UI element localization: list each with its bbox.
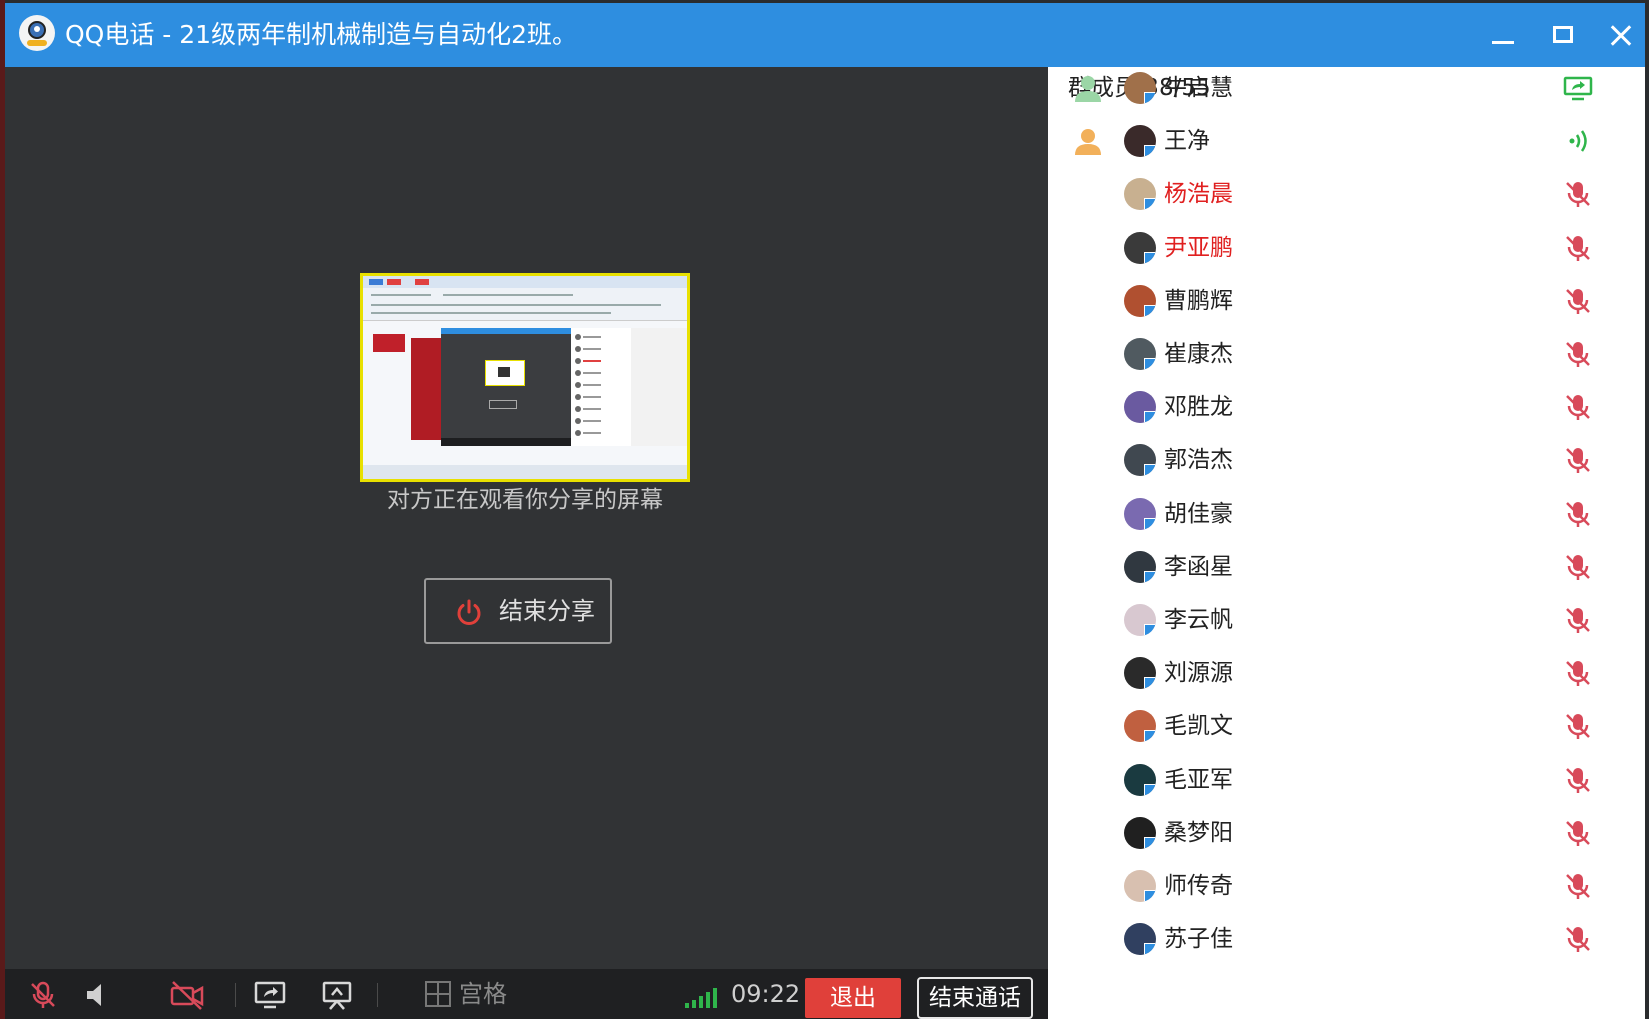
member-name: 毛亚军: [1164, 767, 1233, 793]
host-icon: [1075, 76, 1101, 102]
mic-muted-icon: [1566, 555, 1590, 580]
mic-muted-icon: [1566, 608, 1590, 633]
member-avatar: [1124, 923, 1156, 955]
close-icon[interactable]: [1603, 17, 1639, 53]
member-name: 桑梦阳: [1164, 820, 1233, 846]
member-name: 李云帆: [1164, 607, 1233, 633]
call-timer: 09:22: [731, 980, 801, 1008]
qq-call-window: QQ电话 - 21级两年制机械制造与自动化2班。 对方正在观看你分享的屏幕 结束…: [5, 3, 1645, 1019]
mic-muted-icon: [1566, 448, 1590, 473]
window-title: QQ电话 - 21级两年制机械制造与自动化2班。: [65, 20, 577, 49]
member-avatar: [1124, 551, 1156, 583]
member-name: 胡佳豪: [1164, 501, 1233, 527]
member-name: 杨浩晨: [1164, 181, 1233, 207]
mic-muted-icon: [1566, 395, 1590, 420]
member-name: 师传奇: [1164, 873, 1233, 899]
member-row[interactable]: 毛凯文: [1048, 698, 1645, 754]
member-avatar: [1124, 285, 1156, 317]
member-name: 崔康杰: [1164, 341, 1233, 367]
member-row[interactable]: 杨浩晨: [1048, 166, 1645, 222]
member-row[interactable]: 胡佳豪: [1048, 486, 1645, 542]
mic-muted-icon: [1566, 714, 1590, 739]
maximize-icon[interactable]: [1545, 17, 1581, 53]
member-row[interactable]: 师传奇: [1048, 858, 1645, 914]
mic-muted-icon: [1566, 502, 1590, 527]
member-row[interactable]: 王净: [1048, 113, 1645, 169]
screen-share-preview: [360, 273, 690, 482]
member-avatar: [1124, 657, 1156, 689]
signal-strength-icon: [685, 986, 725, 1008]
member-avatar: [1124, 498, 1156, 530]
member-avatar: [1124, 817, 1156, 849]
member-name: 毛凯文: [1164, 713, 1233, 739]
member-avatar: [1124, 710, 1156, 742]
call-toolbar: 宫格 09:22 退出 结束通话: [5, 969, 1048, 1019]
mic-muted-icon: [1566, 342, 1590, 367]
member-row[interactable]: 李云帆: [1048, 592, 1645, 648]
qq-call-logo-icon: [19, 15, 55, 51]
speaking-icon: [1569, 130, 1587, 152]
title-bar[interactable]: QQ电话 - 21级两年制机械制造与自动化2班。: [5, 3, 1645, 67]
mic-muted-icon: [1566, 768, 1590, 793]
member-name: 郭浩杰: [1164, 447, 1233, 473]
member-avatar: [1124, 870, 1156, 902]
speaker-icon[interactable]: [83, 981, 111, 1009]
mic-muted-icon: [1566, 236, 1590, 261]
member-avatar: [1124, 178, 1156, 210]
call-main-area: 对方正在观看你分享的屏幕 结束分享 宫格 09:22 退出 结束通话: [5, 67, 1048, 1019]
member-name: 刘源源: [1164, 660, 1233, 686]
presentation-icon[interactable]: [321, 979, 353, 1011]
mic-muted-icon[interactable]: [27, 979, 59, 1011]
member-row[interactable]: 毛亚军: [1048, 752, 1645, 808]
member-avatar: [1124, 764, 1156, 796]
member-name: 牛启慧: [1164, 75, 1233, 101]
member-name: 尹亚鹏: [1164, 235, 1233, 261]
camera-off-icon[interactable]: [169, 979, 205, 1011]
member-panel: 群成员 38/55 牛启慧 王净 杨浩晨 尹亚鹏 曹鹏辉 崔康杰 邓胜龙 郭浩杰…: [1048, 67, 1645, 1019]
grid-view-icon[interactable]: [425, 981, 451, 1007]
member-row[interactable]: 崔康杰: [1048, 326, 1645, 382]
member-avatar: [1124, 338, 1156, 370]
member-row[interactable]: 桑梦阳: [1048, 805, 1645, 861]
mic-muted-icon: [1566, 821, 1590, 846]
toolbar-divider: [235, 983, 236, 1007]
member-row[interactable]: 郭浩杰: [1048, 432, 1645, 488]
grid-view-label[interactable]: 宫格: [459, 977, 507, 1011]
screen-share-icon[interactable]: [253, 979, 287, 1011]
end-call-button[interactable]: 结束通话: [917, 977, 1033, 1019]
member-row[interactable]: 刘源源: [1048, 645, 1645, 701]
mic-muted-icon: [1566, 289, 1590, 314]
member-row[interactable]: 李函星: [1048, 539, 1645, 595]
end-share-button[interactable]: 结束分享: [424, 578, 612, 644]
host-icon: [1075, 129, 1101, 155]
member-avatar: [1124, 232, 1156, 264]
member-row[interactable]: 邓胜龙: [1048, 379, 1645, 435]
share-status-caption: 对方正在观看你分享的屏幕: [387, 487, 663, 513]
member-name: 李函星: [1164, 554, 1233, 580]
member-avatar: [1124, 72, 1156, 104]
mic-muted-icon: [1566, 874, 1590, 899]
toolbar-divider: [377, 983, 378, 1007]
member-avatar: [1124, 391, 1156, 423]
exit-button[interactable]: 退出: [805, 978, 901, 1018]
member-row[interactable]: 曹鹏辉: [1048, 273, 1645, 329]
member-row[interactable]: 尹亚鹏: [1048, 220, 1645, 276]
end-share-label: 结束分享: [499, 597, 595, 625]
screen-share-icon: [1563, 76, 1593, 101]
member-name: 邓胜龙: [1164, 394, 1233, 420]
member-name: 苏子佳: [1164, 926, 1233, 952]
member-row[interactable]: 牛启慧: [1048, 67, 1645, 116]
member-row[interactable]: 苏子佳: [1048, 911, 1645, 967]
member-avatar: [1124, 604, 1156, 636]
member-avatar: [1124, 125, 1156, 157]
mic-muted-icon: [1566, 927, 1590, 952]
member-name: 曹鹏辉: [1164, 288, 1233, 314]
mic-muted-icon: [1566, 661, 1590, 686]
member-avatar: [1124, 444, 1156, 476]
power-icon: [457, 599, 481, 625]
mic-muted-icon: [1566, 182, 1590, 207]
minimize-icon[interactable]: [1485, 17, 1521, 53]
member-name: 王净: [1164, 128, 1210, 154]
